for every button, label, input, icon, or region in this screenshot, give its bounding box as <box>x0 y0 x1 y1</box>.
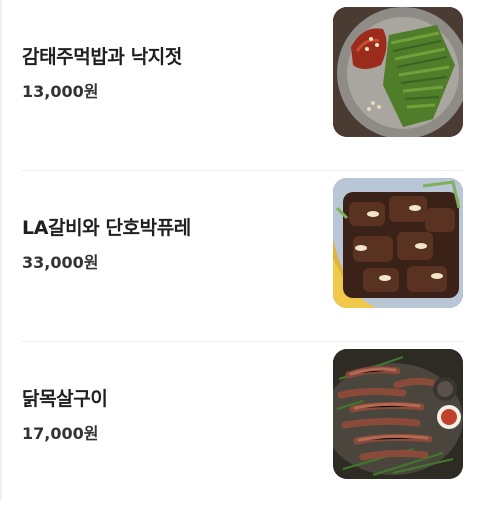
menu-item-text: LA갈비와 단호박퓨레 33,000원 <box>22 171 322 341</box>
menu-item-name: 감태주먹밥과 낙지젓 <box>22 46 182 68</box>
menu-item-price: 17,000원 <box>22 424 99 443</box>
menu-item[interactable]: LA갈비와 단호박퓨레 33,000원 <box>22 171 463 342</box>
la-galbi-photo-illustration <box>333 178 463 308</box>
menu-item-price: 33,000원 <box>22 253 99 272</box>
menu-item[interactable]: 감태주먹밥과 낙지젓 13,000원 <box>22 0 463 171</box>
menu-item-name: LA갈비와 단호박퓨레 <box>22 217 191 239</box>
menu-item[interactable]: 닭목살구이 17,000원 <box>22 342 463 513</box>
menu-list: 감태주먹밥과 낙지젓 13,000원 LA갈비와 단호박퓨레 33,000원 닭… <box>22 0 463 513</box>
menu-item-photo[interactable] <box>333 178 463 308</box>
menu-item-price: 13,000원 <box>22 82 99 101</box>
menu-item-text: 닭목살구이 17,000원 <box>22 342 322 513</box>
menu-item-name: 닭목살구이 <box>22 388 108 410</box>
page-edge-shadow <box>0 0 3 500</box>
menu-item-photo[interactable] <box>333 7 463 137</box>
menu-item-text: 감태주먹밥과 낙지젓 13,000원 <box>22 0 322 170</box>
menu-item-photo[interactable] <box>333 349 463 479</box>
grilled-chicken-neck-photo-illustration <box>333 349 463 479</box>
seaweed-riceball-photo-illustration <box>333 7 463 137</box>
